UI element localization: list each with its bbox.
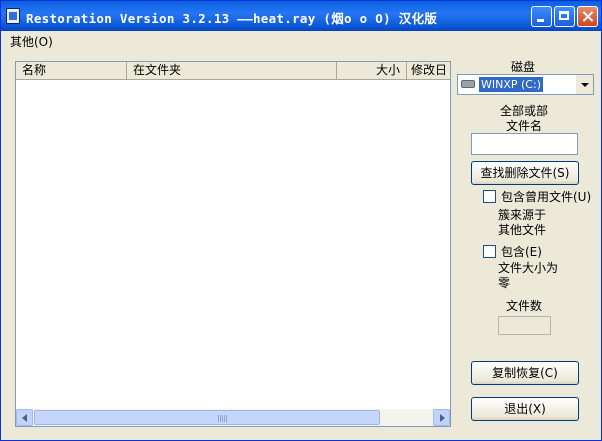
filename-label-line2: 文件名 bbox=[506, 119, 543, 133]
include-used-label[interactable]: 包含曾用文件(U) bbox=[501, 188, 591, 205]
app-icon bbox=[6, 8, 20, 24]
column-folder[interactable]: 在文件夹 bbox=[127, 62, 337, 79]
maximize-button[interactable] bbox=[554, 6, 575, 27]
title-bar[interactable]: Restoration Version 3.2.13 ——heat.ray (烟… bbox=[1, 1, 601, 31]
disk-select-value: WINXP (C:) bbox=[479, 77, 543, 92]
include-used-checkbox[interactable] bbox=[483, 190, 496, 203]
exit-button[interactable]: 退出(X) bbox=[471, 397, 579, 421]
find-deleted-files-button[interactable]: 查找删除文件(S) bbox=[471, 161, 579, 185]
scroll-thumb[interactable] bbox=[34, 410, 380, 425]
main-window: Restoration Version 3.2.13 ——heat.ray (烟… bbox=[0, 0, 602, 441]
close-button[interactable] bbox=[577, 6, 598, 27]
copy-restore-button[interactable]: 复制恢复(C) bbox=[471, 361, 579, 385]
column-name[interactable]: 名称 bbox=[16, 62, 127, 79]
file-count-label: 文件数 bbox=[506, 299, 543, 313]
include-zero-size-desc-line2: 零 bbox=[498, 276, 511, 290]
filename-input[interactable] bbox=[471, 133, 578, 155]
column-size[interactable]: 大小 bbox=[337, 62, 407, 79]
minimize-button[interactable] bbox=[531, 6, 552, 27]
scroll-right-button[interactable] bbox=[433, 409, 450, 426]
menu-bar: 其他(O) bbox=[1, 31, 601, 51]
scroll-grip-icon bbox=[218, 415, 227, 422]
column-modified[interactable]: 修改日 bbox=[407, 62, 450, 79]
disk-select[interactable]: WINXP (C:) bbox=[457, 74, 594, 95]
menu-other[interactable]: 其他(O) bbox=[10, 33, 53, 50]
scroll-left-button[interactable] bbox=[16, 409, 33, 426]
include-zero-size-checkbox[interactable] bbox=[483, 245, 496, 258]
dropdown-arrow-icon[interactable] bbox=[576, 75, 593, 94]
include-used-desc-line2: 其他文件 bbox=[498, 223, 547, 237]
horizontal-scrollbar[interactable] bbox=[16, 409, 450, 426]
include-zero-size-label[interactable]: 包含(E) bbox=[501, 243, 542, 260]
file-list[interactable]: 名称 在文件夹 大小 修改日 bbox=[15, 61, 451, 427]
file-count-value bbox=[498, 316, 551, 335]
file-list-header: 名称 在文件夹 大小 修改日 bbox=[16, 62, 450, 80]
hard-drive-icon bbox=[461, 80, 475, 88]
window-title: Restoration Version 3.2.13 ——heat.ray (烟… bbox=[26, 11, 438, 26]
disk-label: 磁盘 bbox=[511, 60, 536, 74]
